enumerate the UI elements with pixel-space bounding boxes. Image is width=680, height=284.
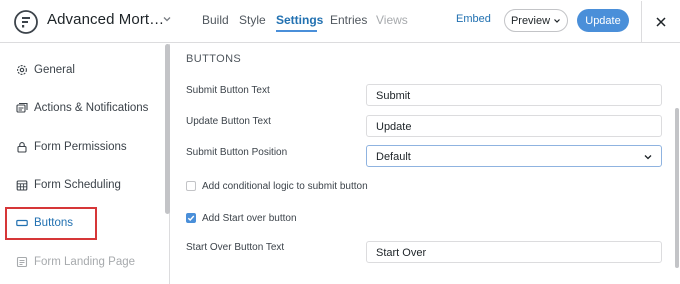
input-value: Start Over <box>376 247 427 259</box>
sidebar-item-form-landing-page[interactable]: Form Landing Page <box>16 252 135 272</box>
input-value: Submit <box>376 90 411 102</box>
embed-link[interactable]: Embed <box>456 13 491 25</box>
sidebar-scrollbar[interactable] <box>165 44 170 214</box>
lock-icon <box>17 142 27 153</box>
chevron-down-icon <box>554 18 560 23</box>
submit-button-position-select[interactable]: Default <box>366 145 662 167</box>
sidebar-item-label: General <box>34 64 75 76</box>
tab-style[interactable]: Style <box>239 13 266 27</box>
sidebar-item-label: Actions & Notifications <box>34 102 149 114</box>
active-tab-underline <box>276 30 317 32</box>
update-button[interactable]: Update <box>577 9 629 32</box>
checkmark-icon <box>187 215 195 222</box>
gear-icon <box>17 65 27 75</box>
update-button-text-input[interactable]: Update <box>366 115 662 137</box>
chevron-down-icon <box>644 155 652 160</box>
close-button[interactable] <box>641 1 679 42</box>
start-over-label[interactable]: Add Start over button <box>202 213 297 224</box>
conditional-logic-label[interactable]: Add conditional logic to submit button <box>202 181 368 192</box>
tab-entries[interactable]: Entries <box>330 13 367 27</box>
top-bar: Advanced Mort… Build Style Settings Entr… <box>0 0 680 43</box>
tab-settings[interactable]: Settings <box>276 13 323 27</box>
preview-button[interactable]: Preview <box>504 9 568 32</box>
formidable-logo-icon[interactable] <box>14 10 38 34</box>
calendar-icon <box>16 180 28 191</box>
select-value: Default <box>376 151 411 163</box>
submit-button-position-label: Submit Button Position <box>186 147 288 158</box>
input-value: Update <box>376 121 412 133</box>
start-over-checkbox[interactable] <box>186 213 196 223</box>
form-title[interactable]: Advanced Mort… <box>47 11 164 28</box>
sidebar-item-form-permissions[interactable]: Form Permissions <box>16 137 127 157</box>
conditional-logic-checkbox[interactable] <box>186 181 196 191</box>
tab-build[interactable]: Build <box>202 13 229 27</box>
update-button-text-label: Update Button Text <box>186 116 271 127</box>
settings-sidebar <box>0 44 170 284</box>
tab-views[interactable]: Views <box>376 13 408 27</box>
sidebar-item-actions-notifications[interactable]: Actions & Notifications <box>16 98 148 118</box>
update-button-label: Update <box>585 14 621 27</box>
landing-page-icon <box>16 256 28 268</box>
notifications-icon <box>16 102 28 113</box>
submit-button-text-label: Submit Button Text <box>186 85 270 96</box>
chevron-down-icon[interactable] <box>161 13 173 25</box>
preview-button-label: Preview <box>510 14 551 27</box>
start-over-button-text-input[interactable]: Start Over <box>366 241 662 263</box>
main-scrollbar[interactable] <box>675 108 679 268</box>
sidebar-item-general[interactable]: General <box>16 60 75 80</box>
sidebar-item-label: Form Scheduling <box>34 179 121 191</box>
sidebar-item-form-scheduling[interactable]: Form Scheduling <box>16 175 121 195</box>
submit-button-text-input[interactable]: Submit <box>366 84 662 106</box>
sidebar-item-label: Form Permissions <box>34 141 127 153</box>
start-over-button-text-label: Start Over Button Text <box>186 242 285 253</box>
selection-highlight-box <box>5 207 97 240</box>
close-icon <box>655 16 666 27</box>
section-title: BUTTONS <box>186 53 242 65</box>
sidebar-item-label: Form Landing Page <box>34 256 136 268</box>
